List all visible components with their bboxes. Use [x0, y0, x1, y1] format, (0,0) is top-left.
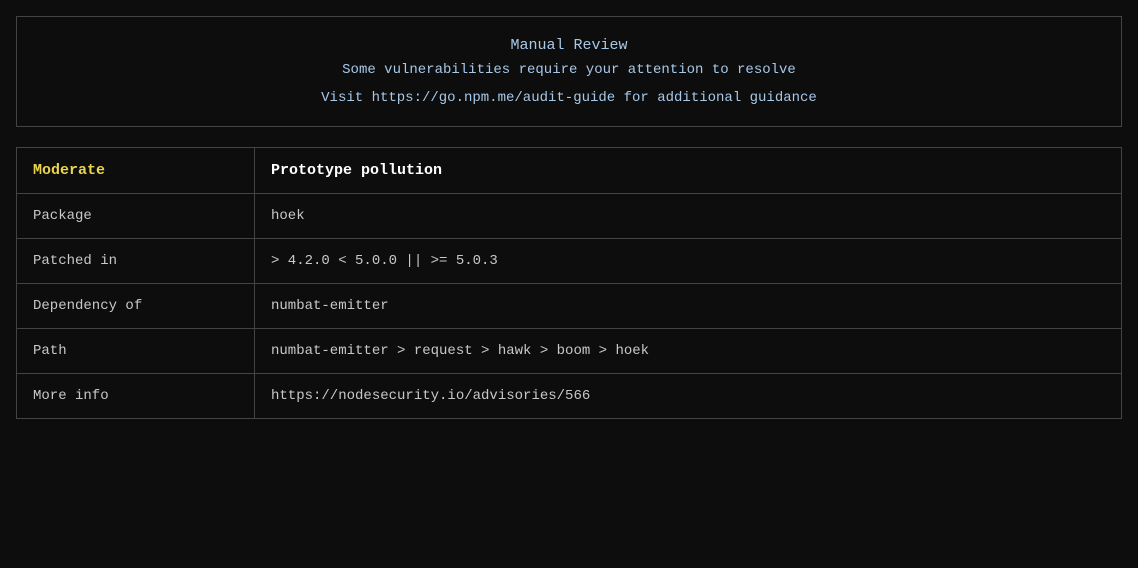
- vulnerability-table: Moderate Prototype pollution Package hoe…: [16, 147, 1122, 419]
- row-value-more-info[interactable]: https://nodesecurity.io/advisories/566: [255, 374, 1122, 419]
- table-row: Dependency of numbat-emitter: [17, 284, 1122, 329]
- table-row: Package hoek: [17, 194, 1122, 239]
- table-row: Path numbat-emitter > request > hawk > b…: [17, 329, 1122, 374]
- row-value-dependency-of: numbat-emitter: [255, 284, 1122, 329]
- severity-row: Moderate Prototype pollution: [17, 148, 1122, 194]
- row-label-dependency-of: Dependency of: [17, 284, 255, 329]
- manual-review-banner: Manual Review Some vulnerabilities requi…: [16, 16, 1122, 127]
- row-value-package: hoek: [255, 194, 1122, 239]
- severity-label: Moderate: [17, 148, 255, 194]
- row-label-path: Path: [17, 329, 255, 374]
- row-label-patched-in: Patched in: [17, 239, 255, 284]
- row-value-path: numbat-emitter > request > hawk > boom >…: [255, 329, 1122, 374]
- table-row: Patched in > 4.2.0 < 5.0.0 || >= 5.0.3: [17, 239, 1122, 284]
- manual-review-link: Visit https://go.npm.me/audit-guide for …: [37, 90, 1101, 106]
- manual-review-title: Manual Review: [37, 37, 1101, 54]
- row-label-more-info: More info: [17, 374, 255, 419]
- vuln-title: Prototype pollution: [255, 148, 1122, 194]
- row-label-package: Package: [17, 194, 255, 239]
- row-value-patched-in: > 4.2.0 < 5.0.0 || >= 5.0.3: [255, 239, 1122, 284]
- manual-review-subtitle: Some vulnerabilities require your attent…: [37, 62, 1101, 78]
- more-info-link[interactable]: https://nodesecurity.io/advisories/566: [271, 388, 590, 404]
- table-row: More info https://nodesecurity.io/adviso…: [17, 374, 1122, 419]
